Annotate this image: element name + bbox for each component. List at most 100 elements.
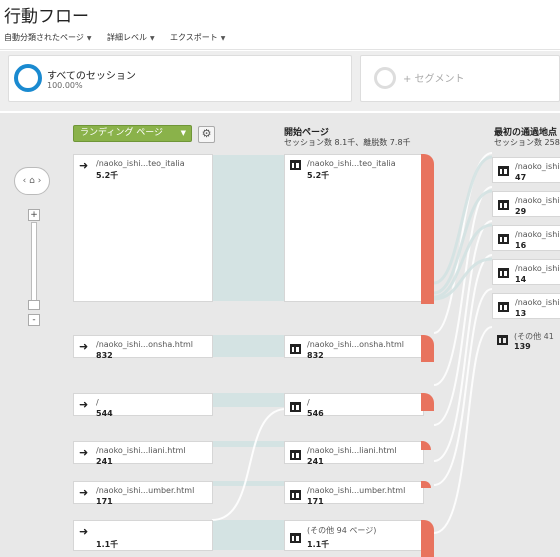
node-name: / xyxy=(96,398,99,407)
node-value: 13 xyxy=(515,309,527,318)
page-icon xyxy=(498,268,509,280)
node-value: 16 xyxy=(515,241,527,250)
page-icon xyxy=(498,302,509,314)
node-name: /naoko_ishi...umber.html xyxy=(307,486,406,495)
start-page-node[interactable]: (その他 94 ページ) 1.1千 xyxy=(284,520,424,551)
gear-icon[interactable]: ⚙ xyxy=(198,126,215,143)
first-interaction-node[interactable]: /naoko_ishi 14 xyxy=(492,259,560,285)
dimension-label: ランディング ページ xyxy=(80,128,164,138)
page-icon xyxy=(498,200,509,212)
node-value: 832 xyxy=(307,351,324,360)
flow-band xyxy=(212,155,284,301)
page-icon xyxy=(290,450,301,462)
dimension-dropdown[interactable]: ランディング ページ ▼ xyxy=(73,125,192,142)
start-page-node[interactable]: /naoko_ishi...onsha.html 832 xyxy=(284,335,424,360)
menu-label: 詳細レベル xyxy=(107,33,147,42)
page-icon xyxy=(290,533,301,545)
page-icon xyxy=(290,490,301,502)
landing-node[interactable]: ➜ /naoko_ishi...liani.html 241 xyxy=(73,441,213,466)
flow-band xyxy=(212,335,284,357)
first-interaction-node[interactable]: /naoko_ishi 16 xyxy=(492,225,560,251)
arrow-entrance-icon: ➜ xyxy=(79,446,89,459)
detail-level-menu[interactable]: 詳細レベル ▼ xyxy=(107,32,155,43)
page-icon xyxy=(290,344,301,356)
start-column-subtitle: セッション数 8.1千、離脱数 7.8千 xyxy=(284,138,411,147)
arrow-entrance-icon: ➜ xyxy=(79,398,89,411)
start-page-node[interactable]: /naoko_ishi...teo_italia 5.2千 xyxy=(284,154,424,302)
arrow-entrance-icon: ➜ xyxy=(79,340,89,353)
flow-band xyxy=(212,520,284,550)
auto-classified-pages-menu[interactable]: 自動分類されたページ ▼ xyxy=(4,32,91,43)
node-value: 139 xyxy=(514,342,531,351)
flow-canvas[interactable]: ‹ ⌂ › + - ランディング ページ ▼ ⚙ 開始ページ セッション数 8.… xyxy=(0,113,560,557)
node-value: 544 xyxy=(96,409,113,418)
segment-ring-icon xyxy=(14,64,42,92)
start-page-node[interactable]: / 546 xyxy=(284,393,424,418)
node-value: 171 xyxy=(96,497,113,506)
node-name: /naoko_ishi xyxy=(515,196,560,205)
landing-node[interactable]: ➜ /naoko_ishi...teo_italia 5.2千 xyxy=(73,154,213,302)
node-name: /naoko_ishi...liani.html xyxy=(96,446,186,455)
zoom-in-button[interactable]: + xyxy=(28,209,40,221)
landing-node[interactable]: ➜ /naoko_ishi...onsha.html 832 xyxy=(73,335,213,360)
first-interaction-node[interactable]: /naoko_ishi 13 xyxy=(492,293,560,319)
dropoff-bar[interactable] xyxy=(421,154,434,304)
node-value: 241 xyxy=(96,457,113,466)
node-name: (その他 94 ページ) xyxy=(307,526,377,535)
node-value: 5.2千 xyxy=(307,171,330,180)
arrow-entrance-icon: ➜ xyxy=(79,486,89,499)
first-interaction-node[interactable]: /naoko_ishi 47 xyxy=(492,157,560,183)
node-name: /naoko_ishi xyxy=(515,298,560,307)
first-interaction-node[interactable]: /naoko_ishi 29 xyxy=(492,191,560,217)
node-name: /naoko_ishi xyxy=(515,264,560,273)
node-value: 832 xyxy=(96,351,113,360)
zoom-out-button[interactable]: - xyxy=(28,314,40,326)
node-value: 546 xyxy=(307,409,324,418)
zoom-slider-handle[interactable] xyxy=(28,300,40,310)
caret-down-icon: ▼ xyxy=(180,129,186,137)
dropoff-bar[interactable] xyxy=(421,335,434,362)
first-interaction-node[interactable]: (その他 41 139 xyxy=(492,327,560,357)
zoom-slider-track[interactable] xyxy=(31,222,37,307)
page-icon xyxy=(290,160,301,172)
node-name: /naoko_ishi...teo_italia xyxy=(96,159,185,168)
dropoff-bar[interactable] xyxy=(421,520,434,557)
caret-down-icon: ▼ xyxy=(220,35,226,42)
first-column-subtitle: セッション数 258... xyxy=(494,138,560,147)
segment-all-sessions[interactable]: すべてのセッション 100.00% xyxy=(8,55,352,102)
node-name: /naoko_ishi...umber.html xyxy=(96,486,195,495)
add-segment-button[interactable]: + セグメント xyxy=(360,55,560,102)
arrow-entrance-icon: ➜ xyxy=(79,525,89,538)
landing-node[interactable]: ➜ /naoko_ishi...umber.html 171 xyxy=(73,481,213,506)
flow-band xyxy=(212,481,284,486)
start-page-node[interactable]: /naoko_ishi...umber.html 171 xyxy=(284,481,424,506)
segment-bar: すべてのセッション 100.00% + セグメント xyxy=(0,51,560,111)
node-name: /naoko_ishi...onsha.html xyxy=(96,340,193,349)
page-icon xyxy=(290,402,301,414)
caret-down-icon: ▼ xyxy=(86,35,92,42)
zoom-home-button[interactable]: ‹ ⌂ › xyxy=(14,167,50,195)
node-value: 14 xyxy=(515,275,527,284)
page-icon xyxy=(497,335,508,347)
node-name: /naoko_ishi xyxy=(515,162,560,171)
page-icon xyxy=(498,166,509,178)
page-icon xyxy=(498,234,509,246)
arrow-entrance-icon: ➜ xyxy=(79,159,89,172)
toolbar: 自動分類されたページ ▼ 詳細レベル ▼ エクスポート ▼ xyxy=(0,22,560,50)
start-page-node[interactable]: /naoko_ishi...liani.html 241 xyxy=(284,441,424,466)
node-name: /naoko_ishi...teo_italia xyxy=(307,159,396,168)
node-name: / xyxy=(307,398,310,407)
landing-node[interactable]: ➜ / 544 xyxy=(73,393,213,418)
export-menu[interactable]: エクスポート ▼ xyxy=(170,32,225,43)
flow-band xyxy=(212,393,284,407)
node-value: 1.1千 xyxy=(307,540,330,549)
home-icon: ‹ ⌂ › xyxy=(22,176,42,186)
menu-label: エクスポート xyxy=(170,33,218,42)
menu-label: 自動分類されたページ xyxy=(4,33,84,42)
segment-percent: 100.00% xyxy=(47,81,83,90)
node-value: 1.1千 xyxy=(96,540,119,549)
node-value: 5.2千 xyxy=(96,171,119,180)
node-value: 47 xyxy=(515,173,527,182)
segment-add-ring-icon xyxy=(374,67,396,89)
landing-node[interactable]: ➜ 1.1千 xyxy=(73,520,213,551)
